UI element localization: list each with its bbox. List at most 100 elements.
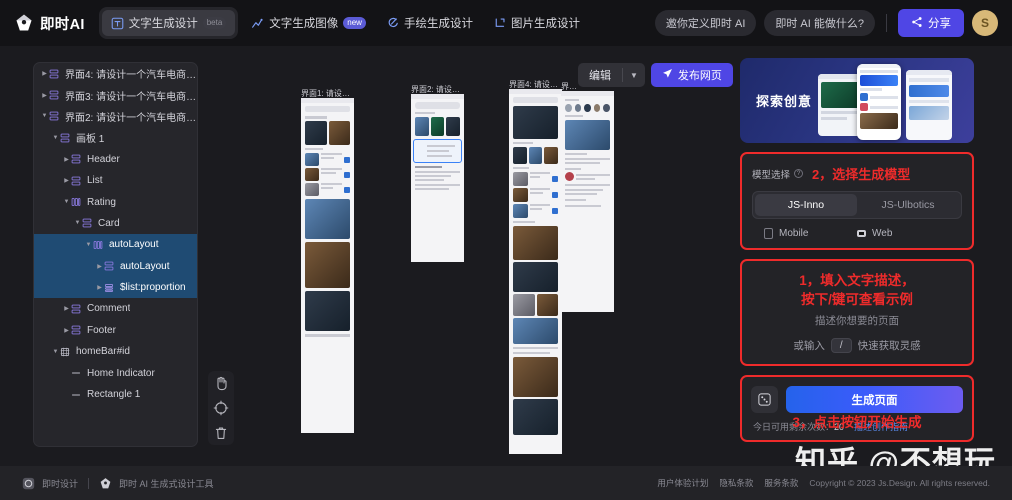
prompt-card[interactable]: 1，填入文字描述， 按下/键可查看示例 描述你想要的页面 或输入 / 快速获取灵…	[740, 259, 974, 367]
footer-link-terms[interactable]: 服务条款	[764, 477, 798, 489]
share-button[interactable]: 分享	[898, 9, 964, 37]
hand-icon[interactable]	[213, 375, 229, 391]
layer-row[interactable]: ▶ $list:proportion	[34, 276, 197, 299]
prompt-hint: 或输入 / 快速获取灵感	[752, 338, 962, 354]
question-icon[interactable]: ?	[794, 169, 804, 178]
brand[interactable]: 即时AI	[14, 13, 85, 34]
footer-links: 用户体验计划 隐私条款 服务条款 Copyright © 2023 Js.Des…	[657, 477, 990, 489]
footer-link-experience[interactable]: 用户体验计划	[657, 477, 708, 489]
layer-row[interactable]: ▶ List	[34, 170, 197, 191]
frame-preview[interactable]	[301, 98, 354, 433]
dice-icon[interactable]	[751, 386, 778, 414]
explore-banner[interactable]: 探索创意	[740, 58, 974, 143]
frame-preview[interactable]	[509, 89, 562, 454]
layers-panel[interactable]: ▶ 界面4: 请设计一个汽车电商平... ▶ 界面3: 请设计一个汽车电商平... ▼ 界…	[33, 62, 198, 447]
line-icon	[71, 390, 83, 400]
share-label: 分享	[928, 18, 951, 30]
layer-label: Header	[87, 153, 120, 165]
platform-label: Web	[872, 228, 893, 239]
frame-icon	[49, 69, 61, 79]
footer-link-privacy[interactable]: 隐私条款	[719, 477, 753, 489]
footer-brand2[interactable]: 即时 AI 生成式设计工具	[119, 477, 214, 490]
layer-row[interactable]: ▼ Card	[34, 213, 197, 234]
tab-sketch-to-design[interactable]: 手绘生成设计	[377, 10, 482, 36]
platform-label: Mobile	[779, 228, 809, 239]
text-to-image-icon	[251, 17, 264, 30]
target-icon[interactable]	[213, 400, 229, 416]
layer-label: homeBar#id	[76, 346, 130, 358]
chevron-down-icon[interactable]: ▼	[51, 135, 60, 141]
layer-row[interactable]: ▼ 画板 1	[34, 127, 197, 148]
app-footer: 即时设计 即时 AI 生成式设计工具 用户体验计划 隐私条款 服务条款 Copy…	[0, 466, 1012, 500]
layer-row[interactable]: ▶ 界面4: 请设计一个汽车电商平...	[34, 63, 197, 84]
frame-preview[interactable]	[561, 91, 614, 312]
avatar[interactable]: S	[972, 10, 998, 36]
brand-name: 即时AI	[40, 16, 85, 33]
line-icon	[71, 368, 83, 378]
footer-copyright: Copyright © 2023 Js.Design. All rights r…	[809, 478, 990, 488]
mobile-icon	[764, 228, 773, 239]
layer-label: List	[87, 175, 103, 187]
model-segmented-control: JS-Inno JS-Ulbotics	[752, 191, 962, 219]
generate-button[interactable]: 生成页面	[786, 386, 963, 414]
chevron-down-icon[interactable]: ▼	[73, 220, 82, 226]
layer-label: Rating	[87, 196, 116, 208]
layer-row[interactable]: Rectangle 1	[34, 384, 197, 405]
invite-button[interactable]: 邀你定义即时 AI	[654, 10, 757, 36]
chevron-right-icon[interactable]: ▶	[62, 177, 71, 184]
chevron-right-icon[interactable]: ▶	[62, 156, 71, 163]
chevron-down-icon[interactable]: ▼	[84, 242, 93, 248]
chevron-down-icon[interactable]: ▼	[51, 349, 60, 355]
canvas-tools	[208, 371, 234, 445]
model-label: 模型选择	[752, 169, 791, 181]
model-selection-card: 模型选择 ? 2，选择生成模型 JS-Inno JS-Ulbotics Mobi…	[740, 152, 974, 250]
quota-text: 今日可用剩余次数：20	[753, 420, 844, 433]
hint-suffix: 快速获取灵感	[857, 340, 921, 353]
tab-text-to-image[interactable]: 文字生成图像 new	[242, 10, 375, 36]
platform-radios: Mobile Web	[752, 228, 962, 239]
layer-label: Home Indicator	[87, 367, 155, 379]
autolayout-icon	[93, 240, 105, 250]
layer-row[interactable]: ▶ Comment	[34, 298, 197, 319]
model-option-js-ulbotics[interactable]: JS-Ulbotics	[857, 194, 959, 216]
mode-dropdown[interactable]: 编辑 ▼	[578, 63, 645, 87]
nav-rest: 文字生成图像 new 手绘生成设计 图片生成设计	[242, 10, 589, 36]
chevron-right-icon[interactable]: ▶	[95, 284, 104, 291]
layer-row[interactable]: ▶ Footer	[34, 320, 197, 341]
layer-row[interactable]: ▼ Rating	[34, 191, 197, 212]
annotation-step1-line2: 按下/键可查看示例	[801, 292, 913, 308]
layer-label: 界面4: 请设计一个汽车电商平...	[65, 70, 197, 82]
layer-row[interactable]: Home Indicator	[34, 362, 197, 383]
chevron-right-icon[interactable]: ▶	[62, 327, 71, 334]
frame-preview[interactable]	[411, 94, 464, 262]
layer-row[interactable]: ▶ autoLayout	[34, 255, 197, 277]
tab-text-to-design[interactable]: 文字生成设计 beta	[101, 10, 236, 36]
header-actions: 邀你定义即时 AI 即时 AI 能做什么? 分享 S	[654, 9, 998, 37]
layer-row[interactable]: ▼ autoLayout	[34, 234, 197, 256]
annotation-step2: 2，选择生成模型	[812, 167, 911, 182]
footer-brand1[interactable]: 即时设计	[42, 477, 78, 490]
platform-mobile[interactable]: Mobile	[764, 228, 857, 239]
header-divider	[886, 14, 887, 32]
layer-row[interactable]: ▼ 界面2: 请设计一个汽车电商平...	[34, 106, 197, 127]
layer-row[interactable]: ▶ Header	[34, 149, 197, 170]
slash-key[interactable]: /	[830, 338, 852, 354]
creation-guide-link[interactable]: 描述创作指南	[854, 420, 908, 433]
platform-web[interactable]: Web	[857, 228, 950, 239]
tab-badge-new: new	[343, 16, 366, 30]
chevron-down-icon[interactable]: ▼	[40, 113, 49, 119]
layer-row[interactable]: ▼ homeBar#id	[34, 341, 197, 362]
chevron-right-icon[interactable]: ▶	[62, 305, 71, 312]
model-option-js-inno[interactable]: JS-Inno	[755, 194, 857, 216]
publish-button[interactable]: 发布网页	[650, 63, 733, 87]
list-icon	[104, 283, 116, 293]
chevron-right-icon[interactable]: ▶	[40, 70, 49, 77]
trash-icon[interactable]	[213, 425, 229, 441]
tab-image-to-design[interactable]: 图片生成设计	[484, 10, 589, 36]
chevron-down-icon[interactable]: ▼	[62, 199, 71, 205]
help-button[interactable]: 即时 AI 能做什么?	[764, 10, 875, 36]
chevron-right-icon[interactable]: ▶	[40, 92, 49, 99]
layer-row[interactable]: ▶ 界面3: 请设计一个汽车电商平...	[34, 84, 197, 105]
chevron-right-icon[interactable]: ▶	[95, 263, 104, 270]
explore-title: 探索创意	[756, 94, 813, 109]
